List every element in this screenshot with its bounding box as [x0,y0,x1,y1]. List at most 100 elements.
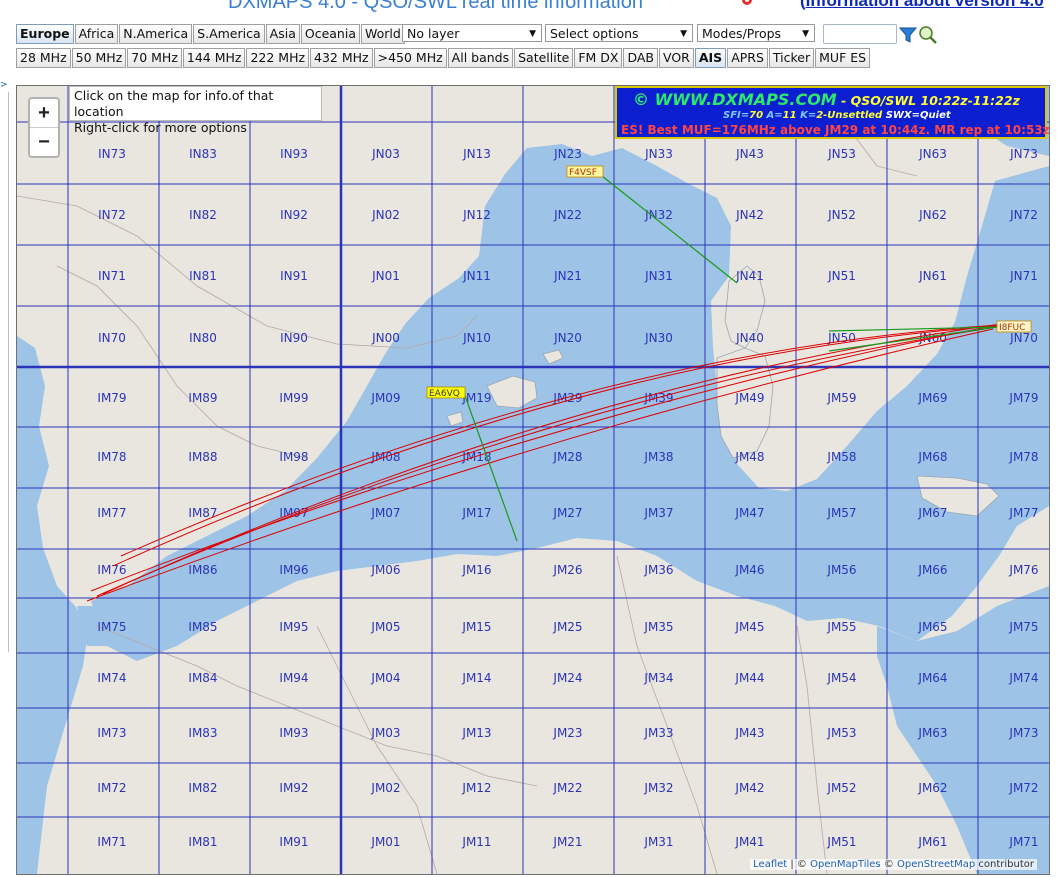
tab-world[interactable]: World [360,24,405,44]
tab-asia[interactable]: Asia [265,24,300,44]
chevron-down-icon: ▼ [802,29,809,39]
station-label: I8FUC [999,323,1025,333]
locator-label: IM99 [279,391,308,405]
settings-gear-icon[interactable] [740,0,754,7]
band-tab-satellite[interactable]: Satellite [514,48,574,68]
band-tab-all-bands[interactable]: All bands [447,48,514,68]
band-tab-50-mhz[interactable]: 50 MHz [71,48,127,68]
tab-s-america[interactable]: S.America [193,24,265,44]
station-f4vsf[interactable]: F4VSF [566,165,604,178]
tab-africa[interactable]: Africa [74,24,119,44]
zoom-in-button[interactable]: + [30,99,58,128]
locator-label: JM34 [643,671,673,685]
locator-label: JM37 [643,506,673,520]
locator-label: IM78 [97,450,126,464]
locator-label: JM16 [461,563,491,577]
band-tab-ais[interactable]: AIS [694,48,727,68]
locator-label: JM02 [370,781,400,795]
locator-label: JM32 [643,781,673,795]
locator-label: JM52 [826,781,856,795]
band-tab-aprs[interactable]: APRS [727,48,768,68]
map-attribution: Leaflet | © OpenMapTiles © OpenStreetMap… [750,859,1037,870]
locator-label: JM47 [734,506,764,520]
locate-zoom-icon[interactable] [918,25,938,45]
map-canvas[interactable]: IN73 IN83 IN93 JN03 JN13 JN23 JN33 JN43 JN53 JN63… [17,86,1049,874]
locator-label: JM15 [461,620,491,634]
locator-label: JN11 [462,269,491,283]
attrib-sep: © [880,859,898,870]
locator-label: JM21 [552,835,582,849]
locator-label: IM76 [97,563,126,577]
locator-label: JM48 [734,450,764,464]
locator-label: JM64 [917,671,947,685]
filter-icon[interactable] [899,26,917,44]
station-i8fuc[interactable]: I8FUC [996,320,1032,333]
locator-label: IN82 [189,208,217,222]
band-tab-450-mhz[interactable]: >450 MHz [373,48,447,68]
locator-label: JM46 [734,563,764,577]
locator-label: JM59 [826,391,856,405]
options-select[interactable]: Select options ▼ [545,24,693,42]
collapse-arrow-icon[interactable]: > [0,80,8,90]
locator-label: JM42 [734,781,764,795]
swx-key: SWX= [882,110,921,121]
locator-label: IM74 [97,671,126,685]
zoom-out-button[interactable]: − [30,128,58,156]
locator-label: IN90 [280,331,308,345]
locator-label: IN73 [98,147,126,161]
band-tab-ticker[interactable]: Ticker [768,48,815,68]
chevron-down-icon: ▼ [680,29,687,39]
layer-select[interactable]: No layer ▼ [402,24,542,42]
station-label: EA6VQ [429,389,460,399]
locator-label: JN43 [735,147,764,161]
locator-label: IM85 [188,620,217,634]
osm-link[interactable]: OpenStreetMap [897,859,975,870]
band-tab-28-mhz[interactable]: 28 MHz [16,48,71,68]
locator-label: IM95 [279,620,308,634]
locator-label: IM83 [188,726,217,740]
band-tab-70-mhz[interactable]: 70 MHz [127,48,182,68]
locator-label: JN10 [462,331,491,345]
locator-label: IM88 [188,450,217,464]
band-tab-vor[interactable]: VOR [659,48,694,68]
locator-label: IM96 [279,563,308,577]
locator-label: JM62 [917,781,947,795]
locator-label: JM11 [461,835,491,849]
tab-europe[interactable]: Europe [16,24,74,44]
tab-n-america[interactable]: N.America [119,24,193,44]
band-tabs: 28 MHz 50 MHz 70 MHz 144 MHz 222 MHz 432 MHz >… [16,48,871,68]
banner-site: © WWW.DXMAPS.COM [633,90,837,109]
band-tab-muf-es[interactable]: MUF ES [815,48,871,68]
band-tab-144-mhz[interactable]: 144 MHz [182,48,246,68]
locator-label: JM36 [643,563,673,577]
leaflet-link[interactable]: Leaflet [753,859,787,870]
locator-label: JM25 [552,620,582,634]
banner-timespan: - QSO/SWL 10:22z-11:22z [836,93,1020,108]
zoom-control: + − [28,97,60,158]
modes-select[interactable]: Modes/Props ▼ [697,24,815,42]
locator-label: JM49 [734,391,764,405]
version-info-link[interactable]: Information about version 4.0 [806,0,1044,10]
locator-label: JM44 [734,671,764,685]
callsign-search-input[interactable] [823,24,897,44]
locator-label: JM75 [1008,620,1038,634]
region-tabs: Europe Africa N.America S.America Asia Oceani… [16,24,405,44]
station-ea6vq[interactable]: EA6VQ [426,386,466,399]
locator-label: IM94 [279,671,308,685]
locator-label: IM81 [188,835,217,849]
locator-label: JM35 [643,620,673,634]
band-tab-222-mhz[interactable]: 222 MHz [246,48,310,68]
propagation-map[interactable]: IN73 IN83 IN93 JN03 JN13 JN23 JN33 JN43 JN53 JN63… [16,85,1050,875]
locator-label: IN72 [98,208,126,222]
locator-label: JM03 [370,726,400,740]
locator-label: JM69 [917,391,947,405]
locator-label: IM91 [279,835,308,849]
tab-oceania[interactable]: Oceania [300,24,360,44]
band-tab-fm-dx[interactable]: FM DX [574,48,623,68]
openmaptiles-link[interactable]: OpenMapTiles [810,859,881,870]
locator-label: JN71 [1009,269,1038,283]
locator-label: JM54 [826,671,856,685]
band-tab-dab[interactable]: DAB [623,48,658,68]
locator-label: JM14 [461,671,491,685]
band-tab-432-mhz[interactable]: 432 MHz [310,48,373,68]
